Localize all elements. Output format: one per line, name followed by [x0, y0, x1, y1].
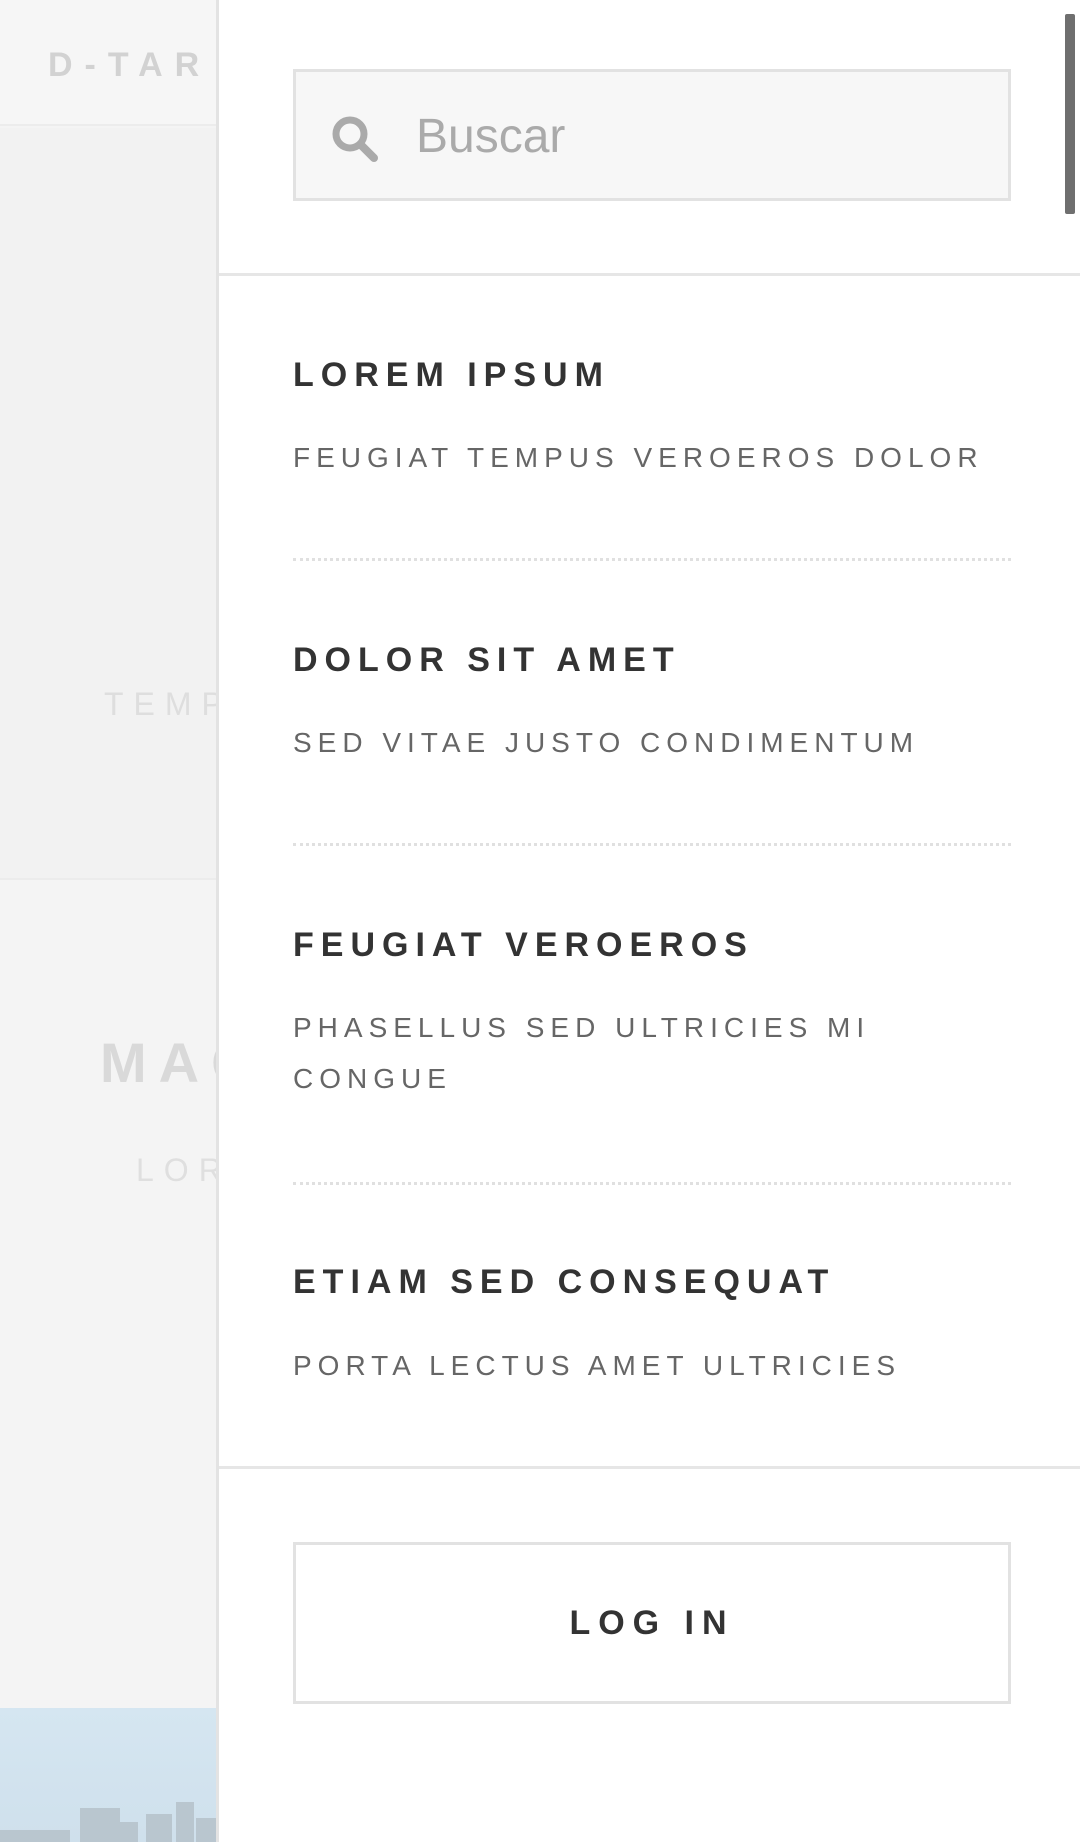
menu-item-subtitle: FEUGIAT TEMPUS VEROEROS DOLOR: [293, 442, 984, 473]
scrollbar-thumb[interactable]: [1065, 14, 1075, 214]
menu-item-subtitle: PORTA LECTUS AMET ULTRICIES: [293, 1350, 902, 1381]
background-logo: D-TAR: [48, 46, 212, 84]
search-section: [219, 0, 1080, 276]
search-box[interactable]: [293, 69, 1011, 201]
search-icon: [332, 116, 378, 162]
login-button[interactable]: LOG IN: [293, 1542, 1011, 1704]
background-banner-text: TEMP: [104, 686, 233, 722]
menu-item-subtitle: PHASELLUS SED ULTRICIES MI CONGUE: [293, 1012, 871, 1094]
menu-item-subtitle: SED VITAE JUSTO CONDIMENTUM: [293, 727, 920, 758]
menu-item-title: LOREM IPSUM: [293, 356, 610, 394]
menu-item-dolor-sit-amet[interactable]: DOLOR SIT AMET SED VITAE JUSTO CONDIMENT…: [293, 561, 1011, 846]
menu-item-title: FEUGIAT VEROEROS: [293, 926, 754, 964]
page: D-TAR TEMP MAG LOR Buscar LOREM IPSUM FE…: [0, 0, 1080, 1842]
menu-item-feugiat-veroeros[interactable]: FEUGIAT VEROEROS PHASELLUS SED ULTRICIES…: [293, 846, 1011, 1185]
menu-panel: LOREM IPSUM FEUGIAT TEMPUS VEROEROS DOLO…: [216, 0, 1080, 1842]
panel-divider: [219, 1466, 1080, 1469]
menu-item-lorem-ipsum[interactable]: LOREM IPSUM FEUGIAT TEMPUS VEROEROS DOLO…: [293, 279, 1011, 561]
menu-item-etiam-sed-consequat[interactable]: ETIAM SED CONSEQUAT PORTA LECTUS AMET UL…: [293, 1185, 1011, 1465]
search-input[interactable]: [416, 94, 986, 178]
menu-item-title: ETIAM SED CONSEQUAT: [293, 1263, 836, 1301]
menu-item-title: DOLOR SIT AMET: [293, 641, 681, 679]
